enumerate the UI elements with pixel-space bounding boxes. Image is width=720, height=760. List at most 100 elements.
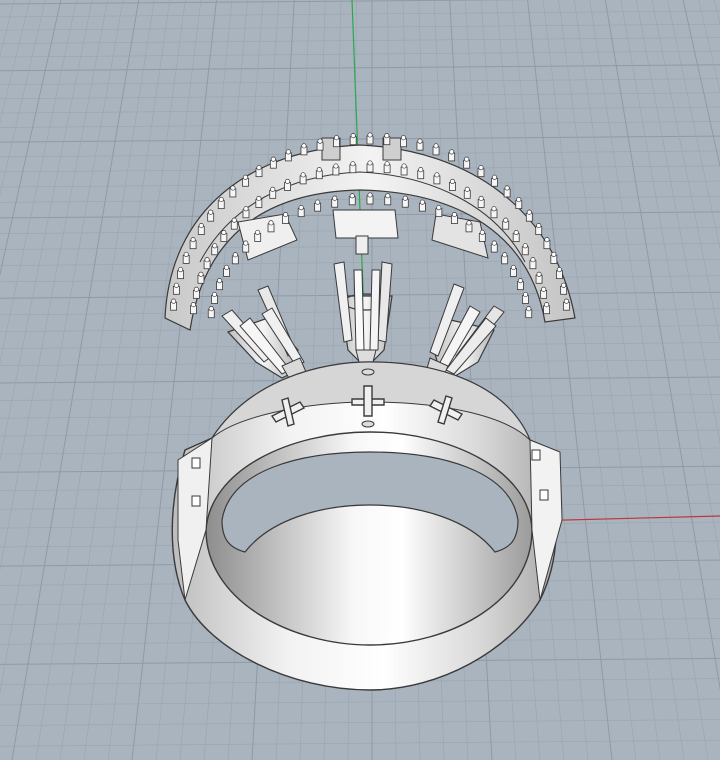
grid-line (667, 0, 720, 251)
grid-line (107, 0, 202, 760)
grid-line (0, 0, 77, 364)
shank-slot-right-upper (531, 449, 541, 461)
right-prong-setting[interactable] (425, 283, 505, 381)
pave-bead (526, 306, 532, 312)
pave-bead (536, 271, 542, 277)
grid-line (604, 0, 720, 692)
pave-bead (464, 156, 470, 162)
pave-bead (208, 209, 214, 215)
pave-bead (193, 286, 199, 292)
pave-bead (367, 132, 373, 138)
shank-hole-bottom (361, 420, 375, 428)
pave-bead (418, 167, 424, 173)
grid-line (698, 0, 720, 93)
pave-bead (221, 229, 227, 236)
pave-bead (451, 212, 457, 218)
grid-line (0, 719, 720, 726)
grid-line (131, 0, 217, 760)
pave-bead (270, 156, 276, 162)
pave-bead (530, 257, 536, 263)
pave-bead (232, 252, 238, 258)
pave-bead (563, 298, 569, 304)
grid-line (0, 64, 720, 72)
pave-bead (561, 282, 567, 288)
pave-bead (522, 291, 529, 298)
band-center-post (355, 235, 369, 255)
ring-shank[interactable] (171, 361, 563, 691)
pave-bead (204, 257, 210, 263)
pave-bead (190, 302, 196, 308)
pave-bead (464, 186, 470, 192)
pave-bead (466, 220, 472, 226)
pave-bead (255, 229, 261, 235)
grid-line (35, 0, 155, 760)
pave-bead (190, 237, 196, 243)
pave-bead (367, 160, 373, 166)
pave-bead (400, 135, 407, 141)
pave-bead (350, 133, 356, 139)
viewport-canvas[interactable] (0, 0, 720, 760)
pave-bead (526, 209, 532, 215)
pave-bead (384, 133, 390, 139)
pave-bead (231, 217, 237, 223)
grid-line (155, 0, 233, 760)
pave-bead (517, 278, 523, 284)
pave-bead (224, 264, 230, 270)
pave-bead (516, 197, 522, 203)
pave-bead (449, 178, 456, 184)
pave-bead (433, 143, 439, 149)
grid-line (83, 0, 186, 760)
pave-bead (198, 271, 204, 277)
pave-bead (211, 291, 218, 298)
pave-bead (217, 278, 223, 284)
grid-line (0, 0, 93, 462)
pave-bead (491, 174, 498, 180)
center-prong-4 (369, 269, 381, 351)
grid-line (0, 698, 720, 706)
pave-bead (384, 161, 390, 167)
pave-bead (333, 135, 340, 141)
shank-hole-top (361, 368, 375, 376)
pave-bead (171, 298, 177, 304)
pave-bead (436, 205, 442, 211)
pave-bead (183, 251, 189, 257)
pave-bead (285, 149, 291, 155)
pave-bead (256, 165, 262, 171)
grid-line (0, 121, 720, 128)
pave-bead (317, 138, 323, 144)
pave-bead (367, 192, 373, 198)
pave-bead (502, 252, 508, 258)
grid-line (511, 0, 589, 760)
shank-slot-left-upper (191, 457, 201, 469)
pave-bead (301, 143, 307, 149)
pave-bead (434, 172, 440, 178)
pave-bead (283, 212, 289, 218)
grid-line (0, 0, 31, 124)
pave-bead (544, 237, 550, 243)
grid-line (0, 92, 720, 100)
pave-bead (478, 165, 484, 171)
pave-bead (522, 243, 528, 249)
pave-bead (541, 286, 547, 292)
pave-bead (173, 282, 179, 288)
center-prong-3 (353, 269, 365, 351)
grid-line (0, 739, 720, 747)
pave-bead (208, 306, 214, 312)
shank-slot-left-lower (191, 495, 201, 507)
pave-bead (256, 195, 262, 202)
grid-line (558, 0, 661, 760)
pave-bead (419, 199, 425, 205)
3d-viewport[interactable] (0, 0, 720, 760)
pave-bead (350, 161, 356, 167)
pave-bead (218, 197, 224, 203)
pave-bead (212, 243, 218, 249)
pave-bead (198, 223, 204, 229)
grid-line (573, 0, 685, 760)
pave-bead (479, 229, 485, 235)
pave-bead (349, 193, 355, 199)
grid-line (0, 106, 720, 114)
pave-bead (178, 267, 184, 273)
pave-bead (503, 217, 509, 223)
pave-bead (385, 193, 391, 199)
grid-line (0, 50, 720, 58)
